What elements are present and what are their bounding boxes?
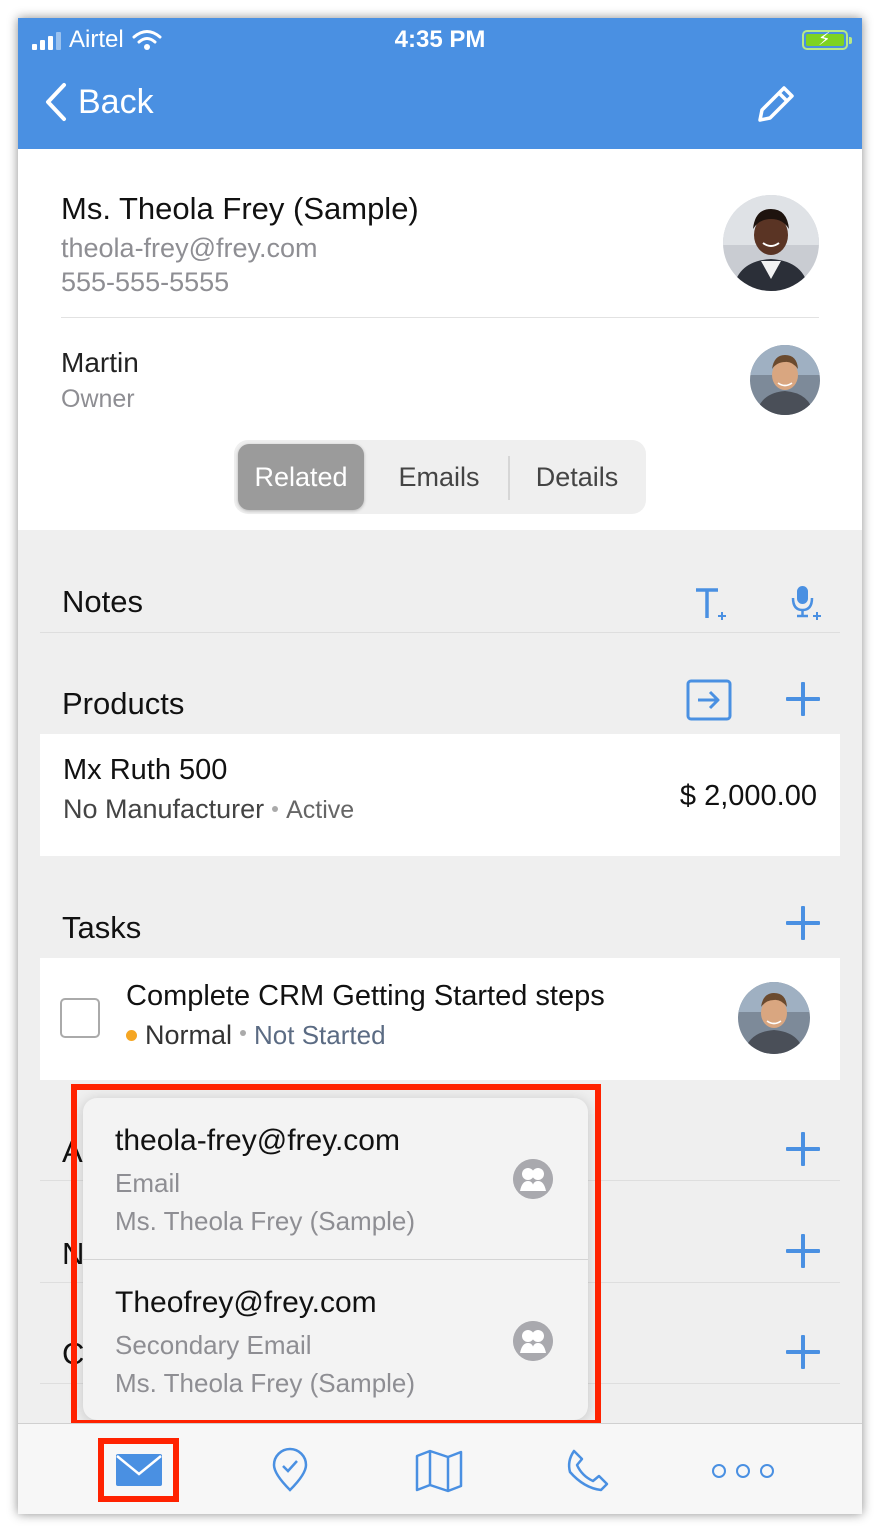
add-task-button[interactable] [786,906,820,940]
tab-details[interactable]: Details [512,444,642,510]
popover-highlight [71,1084,601,1426]
location-pin-icon[interactable] [266,1446,314,1494]
task-priority: Normal [145,1020,233,1050]
product-price: $ 2,000.00 [679,780,817,812]
owner-name: Martin [61,347,139,378]
status-time: 4:35 PM [394,26,486,53]
link-product-icon[interactable] [686,679,732,721]
task-status: Not Started [254,1020,386,1050]
notes-divider [40,632,840,633]
phone-icon[interactable] [564,1446,612,1494]
notes-title: Notes [62,584,143,619]
contact-avatar [723,195,819,291]
product-name: Mx Ruth 500 [63,754,228,786]
app-screen: Airtel 4:35 PM ⚡ Back Ms. Theola Frey (S… [18,18,862,1514]
products-title: Products [62,686,185,721]
tab-highlight [98,1438,179,1502]
add-product-button[interactable] [786,682,820,716]
product-manufacturer: No Manufacturer [63,794,265,824]
more-icon[interactable] [712,1464,774,1478]
contact-email[interactable]: theola-frey@frey.com [61,233,318,264]
product-meta: No Manufacturer Active [63,794,354,825]
owner-avatar[interactable] [750,345,820,415]
contact-name: Ms. Theola Frey (Sample) [61,191,419,226]
edit-pencil-icon[interactable] [754,82,798,126]
add-text-note-icon[interactable] [694,586,730,622]
product-card[interactable]: Mx Ruth 500 No Manufacturer Active $ 2,00… [40,734,840,856]
tab-emails[interactable]: Emails [374,444,504,510]
map-icon[interactable] [415,1446,463,1494]
task-meta: Normal Not Started [126,1020,386,1051]
tasks-title: Tasks [62,910,142,945]
add-button-row-1[interactable] [786,1132,820,1166]
task-title: Complete CRM Getting Started steps [126,980,605,1012]
segment-separator [508,456,510,500]
navigation-bar: Airtel 4:35 PM ⚡ Back [18,18,862,149]
add-voice-note-icon[interactable] [790,584,824,622]
task-checkbox[interactable] [60,998,100,1038]
contact-phone[interactable]: 555-555-5555 [61,267,229,298]
segmented-control: Related Emails Details [234,440,646,514]
product-status: Active [286,796,355,824]
header-divider [61,317,819,318]
task-owner-avatar [738,982,810,1054]
add-button-row-3[interactable] [786,1335,820,1369]
chevron-left-icon [46,83,66,121]
back-button[interactable]: Back [44,82,154,122]
back-label: Back [78,82,154,121]
tab-related[interactable]: Related [238,444,364,510]
priority-dot-icon [126,1030,137,1041]
owner-role: Owner [61,385,135,413]
add-button-row-2[interactable] [786,1234,820,1268]
task-card[interactable]: Complete CRM Getting Started steps Norma… [40,958,840,1080]
contact-header: Ms. Theola Frey (Sample) theola-frey@fre… [18,149,862,530]
battery-icon: ⚡ [802,29,852,50]
